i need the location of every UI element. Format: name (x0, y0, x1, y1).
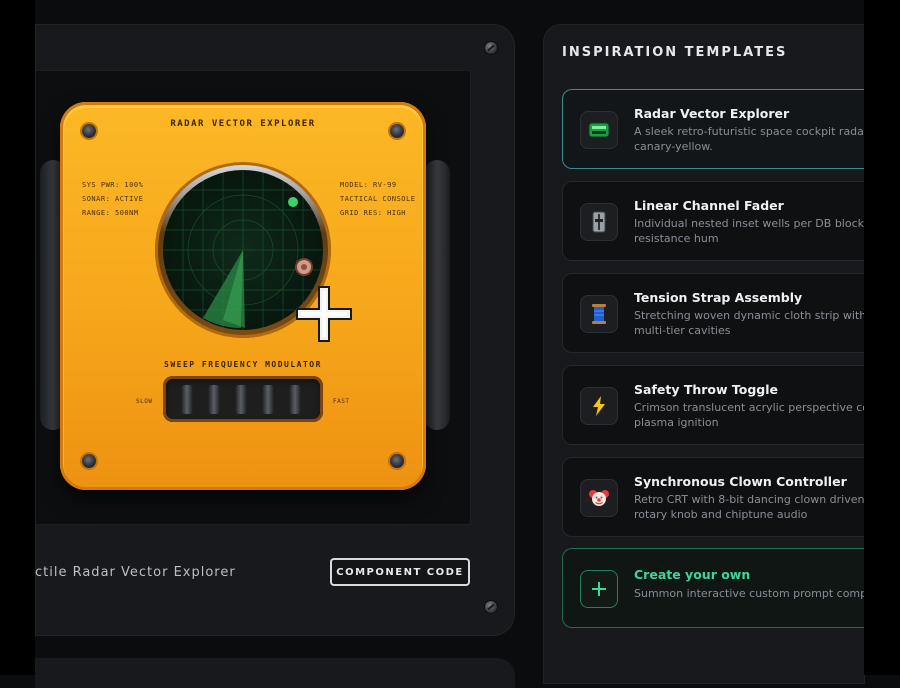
template-name: Linear Channel Fader (634, 198, 784, 213)
create-desc: Summon interactive custom prompt compi (634, 587, 865, 600)
stage-screw (485, 601, 497, 613)
template-desc: A sleek retro-futuristic space cockpit r… (634, 125, 864, 153)
preview-caption: ctile Radar Vector Explorer (35, 565, 236, 580)
slider-fin (289, 385, 301, 414)
template-card-tension-strap-assembly[interactable]: Tension Strap Assembly Stretching woven … (562, 273, 865, 353)
stage-screw (485, 42, 497, 54)
create-name: Create your own (634, 567, 751, 582)
readout-line: TACTICAL CONSOLE (340, 195, 416, 203)
modulator-label: SWEEP FREQUENCY MODULATOR (164, 360, 322, 369)
radar-icon (580, 111, 618, 149)
component-code-button[interactable]: COMPONENT CODE (330, 558, 470, 586)
slider-fin (235, 385, 247, 414)
template-card-synchronous-clown-controller[interactable]: Synchronous Clown Controller Retro CRT w… (562, 457, 865, 537)
bolt-icon (82, 454, 96, 468)
panel-title: INSPIRATION TEMPLATES (562, 45, 788, 60)
template-card-linear-channel-fader[interactable]: Linear Channel Fader Individual nested i… (562, 181, 865, 261)
create-your-own-card[interactable]: Create your own Summon interactive custo… (562, 548, 865, 628)
readout-line: RANGE: 500NM (82, 209, 139, 217)
slow-label: SLOW (136, 398, 153, 405)
slider-fin (262, 385, 274, 414)
radar-blip (288, 197, 298, 207)
template-card-radar-vector-explorer[interactable]: Radar Vector Explorer A sleek retro-futu… (562, 89, 865, 169)
plus-icon (580, 570, 618, 608)
slider-fin (181, 385, 193, 414)
template-name: Safety Throw Toggle (634, 382, 779, 397)
template-desc: Stretching woven dynamic cloth strip wit… (634, 309, 865, 337)
fader-icon (580, 203, 618, 241)
readout-line: GRID RES: HIGH (340, 209, 407, 217)
readout-left: SYS PWR: 100% SONAR: ACTIVE RANGE: 500NM (82, 178, 143, 220)
template-card-safety-throw-toggle[interactable]: Safety Throw Toggle Crimson translucent … (562, 365, 865, 445)
template-desc: Retro CRT with 8-bit dancing clown drive… (634, 493, 865, 521)
template-name: Synchronous Clown Controller (634, 474, 847, 489)
radar-device: RADAR VECTOR EXPLORER SYS PWR: 100% SONA… (60, 102, 426, 490)
frequency-slider[interactable] (163, 376, 323, 422)
left-letterbox (0, 0, 35, 675)
template-desc: Crimson translucent acrylic perspective … (634, 401, 865, 429)
template-name: Radar Vector Explorer (634, 106, 790, 121)
readout-right: MODEL: RV-99 TACTICAL CONSOLE GRID RES: … (340, 178, 415, 220)
template-desc: Individual nested inset wells per DB blo… (634, 217, 865, 245)
readout-line: SYS PWR: 100% (82, 181, 144, 189)
clown-icon (580, 479, 618, 517)
device-title: RADAR VECTOR EXPLORER (170, 119, 316, 129)
spool-icon (580, 295, 618, 333)
next-stage-card (35, 658, 515, 688)
slider-fin (208, 385, 220, 414)
crosshair-cursor-icon (296, 286, 352, 342)
readout-line: SONAR: ACTIVE (82, 195, 144, 203)
fast-label: FAST (333, 398, 350, 405)
lightning-icon (580, 387, 618, 425)
template-name: Tension Strap Assembly (634, 290, 803, 305)
right-letterbox (864, 0, 900, 675)
bolt-icon (390, 454, 404, 468)
device-handle-right (424, 160, 450, 430)
readout-line: MODEL: RV-99 (340, 181, 397, 189)
